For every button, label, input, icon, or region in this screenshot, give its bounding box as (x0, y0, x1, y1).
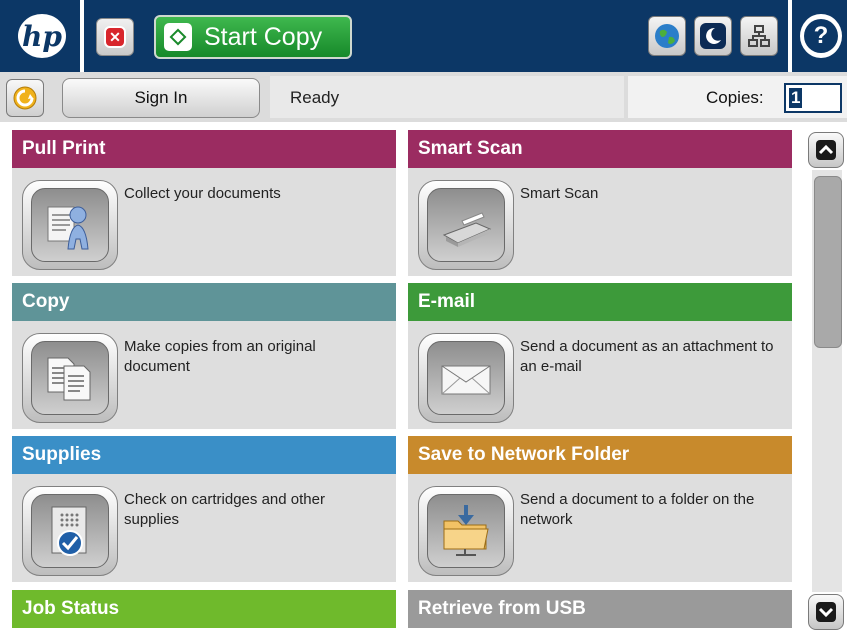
envelope-icon (441, 365, 491, 395)
network-button[interactable] (740, 16, 778, 56)
copy-documents-icon (47, 357, 91, 401)
tile-title: Pull Print (12, 130, 396, 168)
chevron-down-icon (816, 602, 836, 622)
copies-label: Copies: (706, 88, 764, 107)
tile-description: Make copies from an original document (124, 338, 316, 375)
supplies-check-icon (51, 506, 87, 556)
person-document-icon (47, 206, 89, 250)
tile-description: Send a document as an attachment to an e… (520, 338, 774, 375)
copy-button[interactable] (22, 333, 118, 423)
refresh-icon (13, 86, 37, 110)
tile-save-to-network-folder[interactable]: Save to Network Folder Send a document t… (408, 436, 792, 582)
scanner-icon (442, 212, 492, 247)
sign-in-button[interactable]: Sign In (62, 78, 260, 118)
help-button[interactable]: ? (800, 14, 842, 58)
tile-title: Job Status (12, 590, 396, 628)
start-copy-button[interactable]: Start Copy (154, 15, 352, 59)
copies-input[interactable]: 1 (784, 83, 842, 113)
tile-copy[interactable]: Copy Make copies from an original docume… (12, 283, 396, 429)
home-refresh-button[interactable] (6, 79, 44, 117)
tile-supplies[interactable]: Supplies Check on cartridges and other s… (12, 436, 396, 582)
network-folder-icon (443, 505, 489, 556)
tile-title: Retrieve from USB (408, 590, 792, 628)
tile-description: Smart Scan (520, 185, 599, 202)
start-icon (164, 23, 192, 51)
tile-title: Supplies (12, 436, 396, 474)
email-button[interactable] (418, 333, 514, 423)
network-icon (748, 25, 770, 47)
hp-logo: hp (18, 14, 66, 58)
stop-icon: ✕ (104, 26, 126, 48)
globe-icon (655, 24, 679, 48)
tile-description: Check on cartridges and other supplies (124, 491, 325, 528)
tile-email[interactable]: E-mail Send a document as an attachment … (408, 283, 792, 429)
scrollbar-thumb[interactable] (814, 176, 842, 348)
scroll-down-button[interactable] (808, 594, 844, 630)
chevron-up-icon (816, 140, 836, 160)
stop-button[interactable]: ✕ (96, 18, 134, 56)
tile-title: Smart Scan (408, 130, 792, 168)
tile-title: Copy (12, 283, 396, 321)
tile-title: Save to Network Folder (408, 436, 792, 474)
header-divider (788, 0, 792, 72)
supplies-button[interactable] (22, 486, 118, 576)
language-button[interactable] (648, 16, 686, 56)
status-message: Ready (270, 76, 624, 118)
smart-scan-button[interactable] (418, 180, 514, 270)
help-icon: ? (804, 19, 838, 53)
save-to-network-folder-button[interactable] (418, 486, 514, 576)
pull-print-button[interactable] (22, 180, 118, 270)
scroll-up-button[interactable] (808, 132, 844, 168)
tile-description: Send a document to a folder on the netwo… (520, 491, 755, 528)
tile-job-status[interactable]: Job Status (12, 590, 396, 628)
tile-smart-scan[interactable]: Smart Scan Smart Scan (408, 130, 792, 276)
tile-title: E-mail (408, 283, 792, 321)
tile-description: Collect your documents (124, 185, 281, 202)
header-divider (80, 0, 84, 72)
sleep-button[interactable] (694, 16, 732, 56)
start-copy-label: Start Copy (204, 22, 323, 51)
tile-retrieve-from-usb[interactable]: Retrieve from USB (408, 590, 792, 628)
sleep-moon-icon (700, 23, 726, 49)
tile-pull-print[interactable]: Pull Print Collect your documents (12, 130, 396, 276)
